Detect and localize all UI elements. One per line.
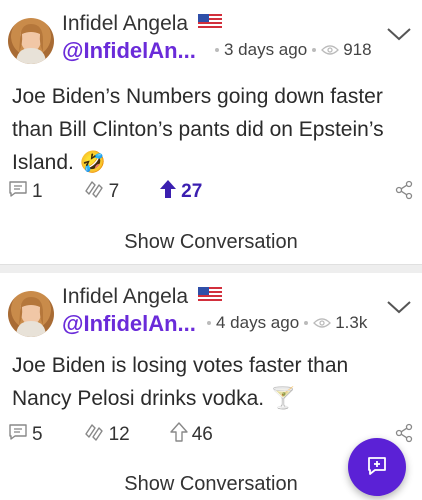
share-button[interactable]: [394, 423, 414, 448]
author-name[interactable]: Infidel Angela: [62, 12, 222, 36]
comment-icon: [8, 180, 32, 204]
upvote-button[interactable]: 27: [159, 179, 202, 205]
share-icon: [394, 180, 414, 205]
post-actions: 5 12 46: [8, 421, 414, 449]
post-text: Joe Biden’s Numbers going down faster th…: [12, 85, 384, 174]
repost-count: 12: [108, 424, 130, 445]
comment-icon: [8, 423, 32, 447]
share-icon: [394, 423, 414, 448]
upvote-button[interactable]: 46: [170, 422, 213, 448]
eye-icon: [321, 44, 340, 56]
upvote-arrow-icon: [170, 422, 192, 448]
author-handle[interactable]: @InfidelAn...: [62, 311, 196, 337]
post-divider: [0, 264, 422, 273]
repost-icon: [83, 422, 109, 448]
author-name[interactable]: Infidel Angela: [62, 285, 222, 309]
upvote-arrow-icon: [159, 179, 181, 205]
comment-count: 5: [32, 424, 43, 445]
post-text: Joe Biden is losing votes faster than Na…: [12, 354, 349, 410]
post-meta: 3 days ago 918: [210, 40, 372, 60]
author-name-text[interactable]: Infidel Angela: [62, 12, 188, 35]
avatar[interactable]: [8, 18, 54, 64]
post-actions: 1 7 27: [8, 178, 414, 206]
upvote-count: 27: [181, 181, 203, 202]
compose-button[interactable]: [348, 438, 406, 496]
us-flag-icon: [197, 12, 222, 36]
separator-dot: [207, 321, 211, 325]
compose-icon: [365, 453, 389, 482]
eye-icon: [313, 317, 332, 329]
view-count: 918: [343, 40, 372, 59]
author-handle[interactable]: @InfidelAn...: [62, 38, 196, 64]
show-conversation-link[interactable]: Show Conversation: [0, 231, 422, 254]
author-name-text[interactable]: Infidel Angela: [62, 285, 188, 308]
post-meta: 4 days ago 1.3k: [202, 313, 367, 333]
comment-button[interactable]: 1: [8, 180, 43, 204]
post-time: 4 days ago: [216, 313, 300, 332]
view-count: 1.3k: [335, 313, 368, 332]
us-flag-icon: [197, 285, 222, 309]
chevron-down-icon[interactable]: [386, 26, 412, 46]
comment-count: 1: [32, 181, 43, 202]
repost-button[interactable]: 12: [83, 422, 130, 448]
chevron-down-icon[interactable]: [386, 299, 412, 319]
separator-dot: [215, 48, 219, 52]
repost-icon: [83, 179, 109, 205]
post-card[interactable]: Infidel Angela @InfidelAn... 3 days ago …: [0, 0, 422, 264]
post-time: 3 days ago: [224, 40, 308, 59]
avatar[interactable]: [8, 291, 54, 337]
share-button[interactable]: [394, 180, 414, 205]
separator-dot: [304, 321, 309, 325]
repost-button[interactable]: 7: [83, 179, 120, 205]
comment-button[interactable]: 5: [8, 423, 43, 447]
repost-count: 7: [108, 181, 120, 202]
separator-dot: [312, 48, 317, 52]
upvote-count: 46: [191, 424, 213, 445]
